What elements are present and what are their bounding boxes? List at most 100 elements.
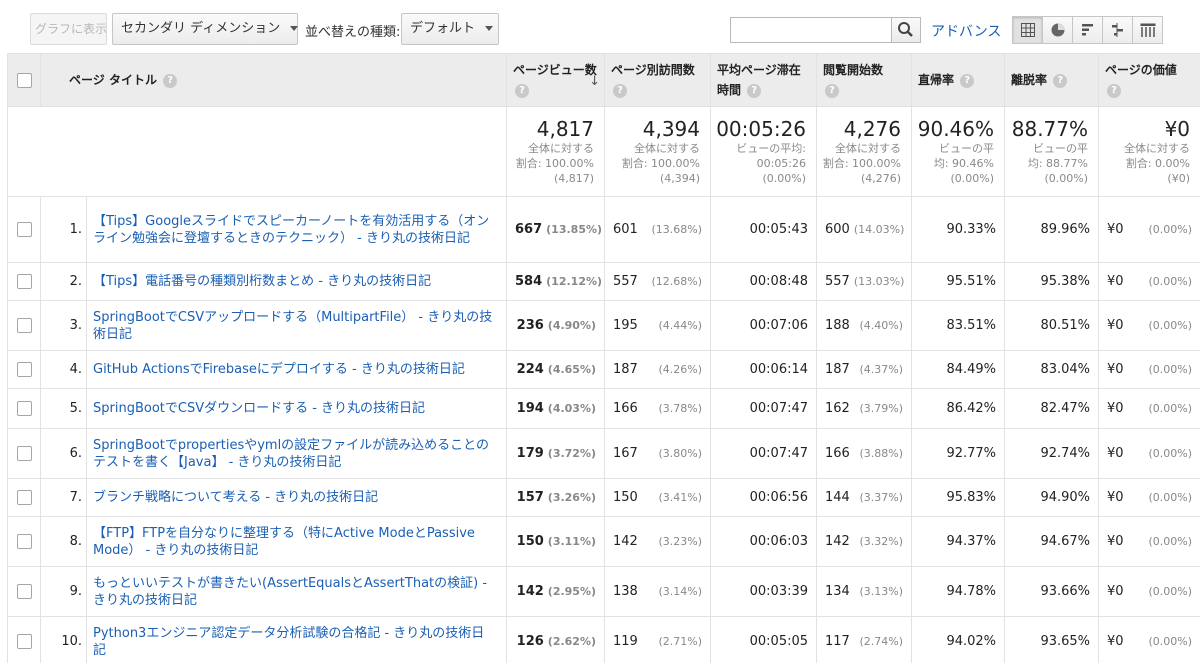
page-title-link[interactable]: SpringBootでCSVダウンロードする - きり丸の技術日記 [93,401,425,416]
summary-sub: 全体に対する [634,142,701,155]
summary-exit-rate: 88.77% ビューの平 均: 88.77% (0.00%) [1004,106,1100,197]
row-checkbox-cell [7,262,41,301]
header-bounce-rate-label: 直帰率 [918,73,955,87]
select-all-checkbox[interactable] [16,73,32,88]
row-checkbox[interactable] [16,222,32,237]
header-pageviews[interactable]: ページビュー数 ? ↓ [506,53,606,107]
bounce-rate-cell: 94.78% [911,566,1006,617]
pageviews-percent: (2.62%) [547,635,597,648]
page-title-cell: GitHub ActionsでFirebaseにデプロイする - きり丸の技術日… [85,350,508,389]
entrances-cell: 187 (4.37%) [816,350,913,389]
bounce-rate-cell: 84.49% [911,350,1006,389]
page-title-link[interactable]: もっといいテストが書きたい(AssertEqualsとAssertThatの検証… [93,576,487,608]
unique-pageviews-cell: 142 (3.23%) [604,516,712,567]
summary-row: 4,817 全体に対する 割合: 100.00% (4,817) 4,394 全体に対す… [6,106,1200,197]
help-icon[interactable]: ? [825,83,840,98]
unique-pageviews-cell: 138 (3.14%) [604,566,712,617]
table-row: 3. SpringBootでCSVアップロードする（MultipartFile） … [7,300,1200,351]
page-title-cell: SpringBootでCSVアップロードする（MultipartFile） - … [85,300,508,351]
row-checkbox[interactable] [16,318,32,333]
page-title-link[interactable]: 【FTP】FTPを自分なりに整理する（特にActive ModeとPassive… [93,526,475,558]
help-icon[interactable]: ? [163,73,178,88]
row-checkbox[interactable] [16,274,32,289]
summary-page-value: ¥0 全体に対する 割合: 0.00% (¥0) [1098,106,1200,197]
sort-type-dropdown[interactable]: デフォルト [401,13,499,45]
header-entrances[interactable]: 閲覧開始数? [816,53,913,107]
header-bounce-rate[interactable]: 直帰率 ? [911,53,1006,107]
page-value-value: ¥0 [1107,274,1124,289]
pivot-view-button[interactable] [1132,16,1163,44]
row-checkbox[interactable] [16,401,32,416]
search-input[interactable] [730,17,892,43]
select-all-cell [7,53,41,107]
unique-pageviews-percent: (3.80%) [658,447,703,460]
help-icon[interactable]: ? [747,83,762,98]
help-icon[interactable]: ? [1053,73,1068,88]
table-header-row: ページ タイトル ? ページビュー数 ? ↓ ページ別訪問数? 平均ページ滞在時間… [7,53,1200,107]
row-checkbox[interactable] [16,534,32,549]
page-title-link[interactable]: ブランチ戦略について考える - きり丸の技術日記 [93,490,378,505]
avg-time-cell: 00:05:43 [710,196,818,263]
page-value-cell: ¥0 (0.00%) [1098,516,1200,567]
summary-avg-time: 00:05:26 ビューの平均: 00:05:26 (0.00%) [710,106,818,197]
row-checkbox[interactable] [16,634,32,649]
advanced-filter-link[interactable]: アドバンス [931,21,1001,41]
comparison-view-button[interactable] [1102,16,1133,44]
search-button[interactable] [891,17,921,43]
unique-pageviews-percent: (4.26%) [658,363,703,376]
help-icon[interactable]: ? [960,73,975,88]
pageviews-cell: 667 (13.85%) [506,196,606,263]
header-avg-time[interactable]: 平均ページ滞在時間 ? [710,53,818,107]
page-title-link[interactable]: SpringBootでpropertiesやymlの設定ファイルが読み込めること… [93,438,489,470]
entrances-value: 187 [825,362,850,377]
page-value-value: ¥0 [1107,490,1124,505]
header-page-value[interactable]: ページの価値? [1098,53,1200,107]
page-title-link[interactable]: 【Tips】Googleスライドでスピーカーノートを有効活用する（オンライン勉強… [93,214,489,246]
page-value-value: ¥0 [1107,584,1124,599]
pageviews-cell: 126 (2.62%) [506,616,606,663]
unique-pageviews-cell: 150 (3.41%) [604,478,712,517]
table-row: 2. 【Tips】電話番号の種類別桁数まとめ - きり丸の技術日記 584 (12.1… [7,262,1200,301]
pie-view-button[interactable] [1042,16,1073,44]
exit-rate-cell: 80.51% [1004,300,1100,351]
help-icon[interactable]: ? [1107,83,1122,98]
search-icon [898,22,913,37]
secondary-dimension-dropdown[interactable]: セカンダリ ディメンション [112,13,299,45]
header-exit-rate[interactable]: 離脱率 ? [1004,53,1100,107]
summary-sub: (4,276) [860,172,902,185]
entrances-value: 188 [825,318,850,333]
summary-value: 88.77% [1011,117,1089,141]
avg-time-cell: 00:07:06 [710,300,818,351]
header-unique-pageviews[interactable]: ページ別訪問数? [604,53,712,107]
exit-rate-cell: 82.47% [1004,388,1100,429]
help-icon[interactable]: ? [515,83,530,98]
avg-time-cell: 00:07:47 [710,388,818,429]
header-page-title[interactable]: ページ タイトル ? [39,53,508,107]
page-value-value: ¥0 [1107,362,1124,377]
data-table-view-button[interactable] [1012,16,1043,44]
help-icon[interactable]: ? [613,83,628,98]
page-title-link[interactable]: GitHub ActionsでFirebaseにデプロイする - きり丸の技術日… [93,362,465,377]
chevron-down-icon [290,26,299,31]
sort-type-label: 並べ替えの種類: [305,25,401,40]
show-in-chart-button[interactable]: グラフに表示 [30,13,107,45]
row-checkbox[interactable] [16,362,32,377]
page-title-link[interactable]: Python3エンジニア認定データ分析試験の合格記 - きり丸の技術日記 [93,626,484,658]
row-checkbox[interactable] [16,490,32,505]
performance-view-button[interactable] [1072,16,1103,44]
row-checkbox[interactable] [16,446,32,461]
page-title-link[interactable]: SpringBootでCSVアップロードする（MultipartFile） - … [93,310,492,342]
unique-pageviews-cell: 601 (13.68%) [604,196,712,263]
summary-unique-pageviews: 4,394 全体に対する 割合: 100.00% (4,394) [604,106,712,197]
page-title-link[interactable]: 【Tips】電話番号の種類別桁数まとめ - きり丸の技術日記 [93,274,431,289]
page-title-cell: 【Tips】電話番号の種類別桁数まとめ - きり丸の技術日記 [85,262,508,301]
pageviews-value: 179 [516,446,544,461]
summary-sub: 全体に対する [835,142,902,155]
row-checkbox[interactable] [16,584,32,599]
row-checkbox-cell [7,616,41,663]
page-value-value: ¥0 [1107,318,1124,333]
summary-empty-cell [6,106,508,197]
page-title-cell: 【FTP】FTPを自分なりに整理する（特にActive ModeとPassive… [85,516,508,567]
pageviews-value: 236 [516,318,544,333]
pageviews-percent: (13.85%) [546,223,603,236]
